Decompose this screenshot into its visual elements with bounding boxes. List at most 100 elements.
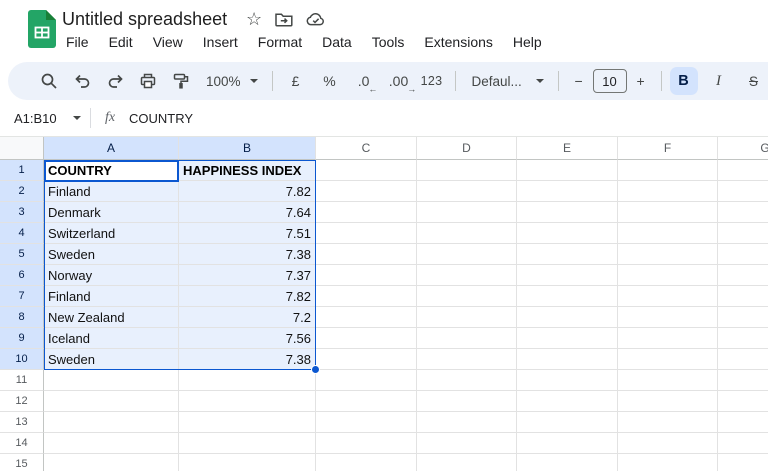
cell-E13[interactable]: [517, 412, 618, 433]
row-header-7[interactable]: 7: [0, 286, 44, 307]
column-header-G[interactable]: G: [718, 137, 768, 160]
cell-C11[interactable]: [316, 370, 417, 391]
cell-F14[interactable]: [618, 433, 718, 454]
cell-B7[interactable]: 7.82: [179, 286, 316, 307]
cell-G13[interactable]: [718, 412, 768, 433]
cell-C4[interactable]: [316, 223, 417, 244]
column-header-A[interactable]: A: [44, 137, 179, 160]
column-header-F[interactable]: F: [618, 137, 718, 160]
cell-B14[interactable]: [179, 433, 316, 454]
google-sheets-logo-icon[interactable]: [28, 10, 56, 48]
cell-B12[interactable]: [179, 391, 316, 412]
cell-B1[interactable]: HAPPINESS INDEX: [179, 160, 316, 181]
column-header-B[interactable]: B: [179, 137, 316, 160]
cell-E8[interactable]: [517, 307, 618, 328]
cell-E12[interactable]: [517, 391, 618, 412]
format-currency-button[interactable]: £: [281, 67, 311, 95]
decrease-decimal-button[interactable]: .0 ←: [349, 67, 379, 95]
cell-C10[interactable]: [316, 349, 417, 370]
cell-F3[interactable]: [618, 202, 718, 223]
cell-B9[interactable]: 7.56: [179, 328, 316, 349]
redo-button[interactable]: [100, 67, 130, 95]
cell-F7[interactable]: [618, 286, 718, 307]
increase-font-size-button[interactable]: +: [629, 67, 653, 95]
cell-F2[interactable]: [618, 181, 718, 202]
italic-button[interactable]: I: [705, 67, 733, 95]
cell-E6[interactable]: [517, 265, 618, 286]
cell-F5[interactable]: [618, 244, 718, 265]
cell-A5[interactable]: Sweden: [44, 244, 179, 265]
cell-D3[interactable]: [417, 202, 517, 223]
cell-A7[interactable]: Finland: [44, 286, 179, 307]
cell-B13[interactable]: [179, 412, 316, 433]
cell-G5[interactable]: [718, 244, 768, 265]
cell-C1[interactable]: [316, 160, 417, 181]
cell-A15[interactable]: [44, 454, 179, 471]
fill-handle[interactable]: [311, 365, 320, 374]
row-header-15[interactable]: 15: [0, 454, 44, 471]
row-header-1[interactable]: 1: [0, 160, 44, 181]
column-header-C[interactable]: C: [316, 137, 417, 160]
cell-E3[interactable]: [517, 202, 618, 223]
cell-F6[interactable]: [618, 265, 718, 286]
folder-move-icon[interactable]: [275, 12, 293, 27]
cell-C7[interactable]: [316, 286, 417, 307]
cell-A10[interactable]: Sweden: [44, 349, 179, 370]
cell-A3[interactable]: Denmark: [44, 202, 179, 223]
bold-button[interactable]: B: [669, 67, 698, 95]
cell-E5[interactable]: [517, 244, 618, 265]
cell-G11[interactable]: [718, 370, 768, 391]
cell-A11[interactable]: [44, 370, 179, 391]
cell-C5[interactable]: [316, 244, 417, 265]
menu-file[interactable]: File: [64, 32, 91, 52]
cell-B10[interactable]: 7.38: [179, 349, 316, 370]
column-header-D[interactable]: D: [417, 137, 517, 160]
cell-D6[interactable]: [417, 265, 517, 286]
cell-G9[interactable]: [718, 328, 768, 349]
cell-B4[interactable]: 7.51: [179, 223, 316, 244]
row-header-12[interactable]: 12: [0, 391, 44, 412]
cell-C13[interactable]: [316, 412, 417, 433]
cell-A1[interactable]: COUNTRY: [44, 160, 179, 181]
cell-C3[interactable]: [316, 202, 417, 223]
undo-button[interactable]: [67, 67, 97, 95]
menu-extensions[interactable]: Extensions: [422, 32, 494, 52]
cell-G4[interactable]: [718, 223, 768, 244]
name-box[interactable]: A1:B10: [0, 111, 86, 126]
row-header-6[interactable]: 6: [0, 265, 44, 286]
print-button[interactable]: [133, 67, 163, 95]
row-header-9[interactable]: 9: [0, 328, 44, 349]
cell-G10[interactable]: [718, 349, 768, 370]
cell-C12[interactable]: [316, 391, 417, 412]
cell-F15[interactable]: [618, 454, 718, 471]
row-header-4[interactable]: 4: [0, 223, 44, 244]
zoom-selector[interactable]: 100%: [200, 74, 264, 89]
cell-F12[interactable]: [618, 391, 718, 412]
cell-B5[interactable]: 7.38: [179, 244, 316, 265]
cell-C8[interactable]: [316, 307, 417, 328]
menu-view[interactable]: View: [151, 32, 185, 52]
row-header-11[interactable]: 11: [0, 370, 44, 391]
cell-D5[interactable]: [417, 244, 517, 265]
search-button[interactable]: [34, 67, 64, 95]
increase-decimal-button[interactable]: .00 →: [383, 67, 416, 95]
cell-E4[interactable]: [517, 223, 618, 244]
font-selector[interactable]: Defaul...: [464, 74, 550, 89]
document-title[interactable]: Untitled spreadsheet: [62, 9, 227, 30]
cell-D1[interactable]: [417, 160, 517, 181]
cell-F11[interactable]: [618, 370, 718, 391]
row-header-5[interactable]: 5: [0, 244, 44, 265]
menu-help[interactable]: Help: [511, 32, 544, 52]
cell-F10[interactable]: [618, 349, 718, 370]
font-size-input[interactable]: 10: [592, 69, 627, 93]
cell-E1[interactable]: [517, 160, 618, 181]
cell-C14[interactable]: [316, 433, 417, 454]
cell-C15[interactable]: [316, 454, 417, 471]
menu-format[interactable]: Format: [256, 32, 304, 52]
row-header-14[interactable]: 14: [0, 433, 44, 454]
cell-G12[interactable]: [718, 391, 768, 412]
cell-G1[interactable]: [718, 160, 768, 181]
cell-D13[interactable]: [417, 412, 517, 433]
cell-D11[interactable]: [417, 370, 517, 391]
cell-B11[interactable]: [179, 370, 316, 391]
